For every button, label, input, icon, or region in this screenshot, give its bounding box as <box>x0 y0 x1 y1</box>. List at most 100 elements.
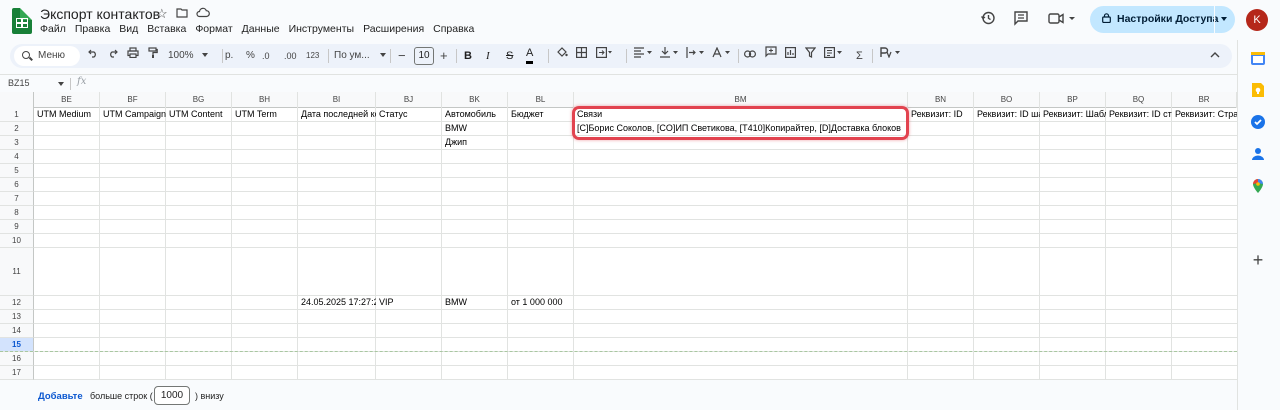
column-header[interactable]: BP <box>1040 92 1106 108</box>
column-header[interactable]: BN <box>908 92 974 108</box>
select-all-corner[interactable] <box>0 92 34 108</box>
row-header[interactable]: 5 <box>0 164 34 178</box>
add-addon-icon[interactable]: + <box>1250 251 1266 269</box>
column-header[interactable]: BJ <box>376 92 442 108</box>
font-select[interactable]: По ум... <box>334 44 387 68</box>
contacts-icon[interactable] <box>1250 146 1266 162</box>
filter-icon[interactable] <box>804 44 817 68</box>
row-header[interactable]: 9 <box>0 220 34 234</box>
row-header-selected[interactable]: 15 <box>0 338 34 352</box>
share-button[interactable]: Настройки Доступа <box>1090 6 1235 33</box>
cell[interactable]: VIP <box>376 296 442 309</box>
cell[interactable]: BMW <box>442 122 508 135</box>
undo-icon[interactable] <box>88 44 98 68</box>
row-header[interactable]: 1 <box>0 108 34 122</box>
increase-decimal-button[interactable]: .00 <box>284 44 297 68</box>
menu-file[interactable]: Файл <box>40 23 66 35</box>
menu-extensions[interactable]: Расширения <box>363 23 424 35</box>
cell[interactable]: BMW <box>442 296 508 309</box>
document-title[interactable]: Экспорт контактов <box>40 6 160 22</box>
bold-button[interactable]: B <box>464 44 472 68</box>
column-header[interactable]: BH <box>232 92 298 108</box>
row-header[interactable]: 13 <box>0 310 34 324</box>
fill-color-icon[interactable] <box>556 44 568 68</box>
cell-header[interactable]: Бюджет <box>508 108 574 121</box>
row-header[interactable]: 3 <box>0 136 34 150</box>
filter-views-icon[interactable] <box>824 44 844 68</box>
column-header[interactable]: BL <box>508 92 574 108</box>
row-header[interactable]: 11 <box>0 248 34 296</box>
chevron-down-icon[interactable] <box>1221 17 1227 21</box>
cell[interactable]: Джип <box>442 136 508 149</box>
column-header[interactable]: BR <box>1172 92 1237 108</box>
column-header[interactable]: BE <box>34 92 100 108</box>
input-tools-icon[interactable] <box>880 44 902 68</box>
cell[interactable]: 24.05.2025 17:27:2 <box>298 296 376 309</box>
menu-help[interactable]: Справка <box>433 23 474 35</box>
row-header[interactable]: 14 <box>0 324 34 338</box>
name-box[interactable]: BZ15 <box>8 78 30 88</box>
cell-header[interactable]: UTM Content <box>166 108 232 121</box>
add-rows-button[interactable]: Добавьте <box>38 391 83 402</box>
move-folder-icon[interactable] <box>176 6 188 22</box>
percent-format-button[interactable]: % <box>246 44 255 68</box>
currency-format-button[interactable]: р. <box>225 44 233 68</box>
insert-chart-icon[interactable] <box>785 44 797 68</box>
cell-header[interactable]: UTM Campaign <box>100 108 166 121</box>
plus-icon[interactable]: + <box>440 44 448 68</box>
text-rotation-icon[interactable] <box>712 44 732 68</box>
cell-header[interactable]: Статус <box>376 108 442 121</box>
functions-button[interactable]: Σ <box>856 44 863 68</box>
cell-header[interactable]: Реквизит: Стра <box>1172 108 1237 121</box>
zoom-select[interactable]: 100% <box>168 44 209 68</box>
row-header[interactable]: 16 <box>0 352 34 366</box>
row-header[interactable]: 6 <box>0 178 34 192</box>
text-wrap-icon[interactable] <box>686 44 706 68</box>
column-header[interactable]: BF <box>100 92 166 108</box>
menu-format[interactable]: Формат <box>195 23 232 35</box>
column-header[interactable]: BQ <box>1106 92 1172 108</box>
row-header[interactable]: 2 <box>0 122 34 136</box>
star-icon[interactable]: ☆ <box>156 6 168 22</box>
align-vertical-icon[interactable] <box>660 44 680 68</box>
menu-view[interactable]: Вид <box>119 23 138 35</box>
tasks-icon[interactable] <box>1250 114 1266 130</box>
column-header[interactable]: BK <box>442 92 508 108</box>
print-icon[interactable] <box>127 44 139 68</box>
sheets-logo-icon[interactable] <box>12 8 32 34</box>
column-header[interactable]: BI <box>298 92 376 108</box>
meet-icon[interactable] <box>1045 10 1079 30</box>
cloud-status-icon[interactable] <box>196 6 210 22</box>
row-header[interactable]: 7 <box>0 192 34 206</box>
row-header[interactable]: 8 <box>0 206 34 220</box>
italic-button[interactable]: I <box>486 44 490 68</box>
keep-icon[interactable] <box>1250 82 1266 98</box>
row-header[interactable]: 4 <box>0 150 34 164</box>
cell[interactable]: от 1 000 000 <box>508 296 574 309</box>
number-format-button[interactable]: 123 <box>306 44 319 68</box>
strikethrough-button[interactable]: S <box>506 44 513 68</box>
avatar[interactable]: K <box>1246 9 1268 31</box>
column-header[interactable]: BG <box>166 92 232 108</box>
search-menus[interactable]: Меню <box>14 46 80 66</box>
sheet-grid[interactable]: BE BF BG BH BI BJ BK BL BM BN BO BP BQ B… <box>0 92 1237 380</box>
column-header[interactable]: BO <box>974 92 1040 108</box>
redo-icon[interactable] <box>108 44 118 68</box>
row-header[interactable]: 10 <box>0 234 34 248</box>
cell-header[interactable]: Реквизит: ID ша <box>974 108 1040 121</box>
menu-data[interactable]: Данные <box>242 23 280 35</box>
paint-format-icon[interactable] <box>148 44 158 68</box>
cell-header[interactable]: UTM Medium <box>34 108 100 121</box>
cell-header[interactable]: Автомобиль <box>442 108 508 121</box>
row-header[interactable]: 17 <box>0 366 34 380</box>
minus-icon[interactable]: − <box>398 44 406 68</box>
insert-comment-icon[interactable] <box>765 44 777 68</box>
borders-icon[interactable] <box>576 44 588 68</box>
row-header[interactable]: 12 <box>0 296 34 310</box>
merge-cells-icon[interactable] <box>596 44 612 68</box>
menu-tools[interactable]: Инструменты <box>289 23 354 35</box>
link-icon[interactable] <box>744 44 757 68</box>
text-color-button[interactable]: A <box>526 44 534 64</box>
decrease-decimal-button[interactable]: .0 <box>262 44 270 68</box>
calendar-icon[interactable] <box>1250 50 1266 66</box>
